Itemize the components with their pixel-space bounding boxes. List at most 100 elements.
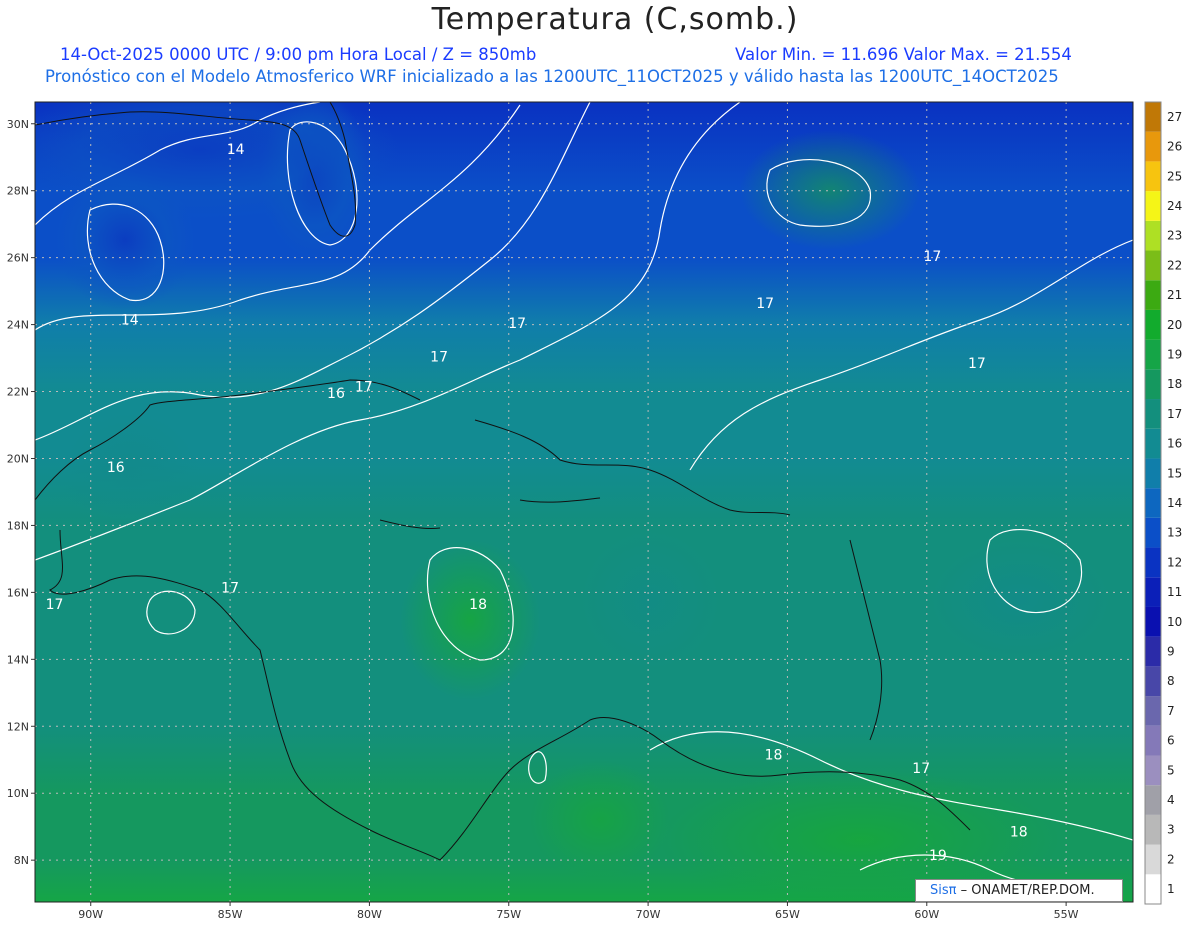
lat-tick-label: 16N (7, 586, 29, 599)
contour-value-label: 17 (968, 356, 986, 372)
contour-value-label: 16 (107, 460, 125, 476)
lat-tick-label: 30N (7, 118, 29, 131)
lat-tick-label: 18N (7, 519, 29, 532)
colorbar-label: 27 (1167, 110, 1182, 124)
lon-tick-label: 55W (1054, 908, 1079, 921)
lat-tick-label: 8N (14, 854, 29, 867)
contour-value-label: 18 (765, 748, 783, 764)
colorbar-swatch (1145, 636, 1161, 667)
colorbar-swatch (1145, 220, 1161, 251)
colorbar-swatch (1145, 131, 1161, 162)
contour-value-label: 17 (430, 349, 448, 365)
colorbar-swatch (1145, 666, 1161, 697)
colorbar-label: 25 (1167, 169, 1182, 183)
colorbar-swatch (1145, 161, 1161, 192)
colorbar-swatch (1145, 458, 1161, 489)
lat-tick-label: 24N (7, 319, 29, 332)
lat-tick-label: 12N (7, 720, 29, 733)
colorbar-swatch (1145, 547, 1161, 578)
contour-value-label: 17 (355, 380, 373, 396)
colorbar-swatch (1145, 517, 1161, 548)
colorbar-label: 18 (1167, 377, 1182, 391)
lon-tick-label: 80W (357, 908, 382, 921)
contour-value-label: 17 (912, 761, 930, 777)
credit-box: Sisπ – ONAMET/REP.DOM. (915, 879, 1123, 902)
lon-tick-label: 75W (496, 908, 521, 921)
colorbar-label: 5 (1167, 763, 1175, 777)
colorbar-swatch (1145, 280, 1161, 310)
colorbar-label: 10 (1167, 615, 1182, 629)
contour-value-label: 17 (221, 580, 239, 596)
lat-tick-label: 14N (7, 653, 29, 666)
lon-tick-label: 70W (636, 908, 661, 921)
colorbar-label: 16 (1167, 437, 1182, 451)
lat-tick-label: 28N (7, 185, 29, 198)
colorbar-swatch (1145, 309, 1161, 340)
colorbar: 1234567891011121314151617181920212223242… (1144, 101, 1182, 905)
lon-tick-label: 65W (775, 908, 800, 921)
colorbar-label: 2 (1167, 852, 1175, 866)
colorbar-label: 24 (1167, 199, 1182, 213)
colorbar-label: 6 (1167, 734, 1175, 748)
shaded-field (35, 102, 1133, 902)
onamet-credit: – ONAMET/REP.DOM. (960, 883, 1095, 898)
sispi-logo: Sisπ (930, 883, 957, 898)
colorbar-label: 23 (1167, 229, 1182, 243)
colorbar-label: 7 (1167, 704, 1175, 718)
lat-tick-label: 22N (7, 386, 29, 399)
colorbar-label: 14 (1167, 496, 1182, 510)
colorbar-label: 26 (1167, 140, 1182, 154)
warm-patch-venezuela (530, 760, 670, 880)
colorbar-swatch (1145, 696, 1161, 726)
contour-value-label: 18 (1010, 825, 1028, 841)
colorbar-swatch (1145, 250, 1161, 281)
contour-value-label: 17 (756, 296, 774, 312)
contour-value-label: 19 (929, 848, 947, 864)
lon-tick-label: 90W (78, 908, 103, 921)
cool-patch-yucatan (60, 410, 200, 530)
lat-tick-label: 10N (7, 787, 29, 800)
colorbar-swatch (1145, 577, 1161, 607)
cool-patch-east (930, 540, 1110, 660)
colorbar-swatch (1145, 399, 1161, 429)
colorbar-label: 13 (1167, 526, 1182, 540)
latitude-labels: 30N 28N 26N 24N 22N 20N 18N 16N 14N 12N 10N 8N (7, 118, 29, 867)
colorbar-label: 3 (1167, 823, 1175, 837)
lon-tick-label: 85W (218, 908, 243, 921)
colorbar-swatch (1145, 606, 1161, 637)
colorbar-label: 15 (1167, 466, 1182, 480)
colorbar-label: 21 (1167, 288, 1182, 302)
colorbar-label: 9 (1167, 645, 1175, 659)
lon-tick-label: 60W (914, 908, 939, 921)
longitude-labels: 90W 85W 80W 75W 70W 65W 60W 55W (78, 908, 1078, 921)
colorbar-swatch (1145, 755, 1161, 786)
colorbar-swatch (1145, 191, 1161, 221)
temperature-map: 30N 28N 26N 24N 22N 20N 18N 16N 14N 12N 10N 8N 90W 8… (7, 101, 1182, 921)
colorbar-swatch (1145, 725, 1161, 756)
contour-value-label: 18 (469, 597, 487, 613)
warm-patch-caribbean (400, 540, 540, 700)
colorbar-swatch (1145, 369, 1161, 400)
colorbar-swatch (1145, 102, 1161, 132)
contour-value-label: 17 (923, 249, 941, 265)
colorbar-label: 17 (1167, 407, 1182, 421)
colorbar-label: 11 (1167, 585, 1182, 599)
colorbar-swatch (1145, 488, 1161, 518)
contour-value-label: 17 (508, 316, 526, 332)
colorbar-label: 8 (1167, 674, 1175, 688)
colorbar-swatch (1145, 339, 1161, 370)
colorbar-label: 12 (1167, 555, 1182, 569)
colorbar-swatch (1145, 785, 1161, 815)
cold-region-north (35, 102, 400, 220)
contour-value-label: 14 (121, 313, 139, 329)
colorbar-swatch (1145, 874, 1161, 904)
colorbar-swatch (1145, 844, 1161, 875)
colorbar-swatch (1145, 814, 1161, 845)
colorbar-label: 1 (1167, 882, 1175, 896)
colorbar-swatch (1145, 428, 1161, 459)
colorbar-label: 20 (1167, 318, 1182, 332)
contour-value-label: 14 (227, 142, 245, 158)
contour-value-label: 16 (327, 386, 345, 402)
lat-tick-label: 20N (7, 452, 29, 465)
cool-patch-central (580, 530, 720, 670)
